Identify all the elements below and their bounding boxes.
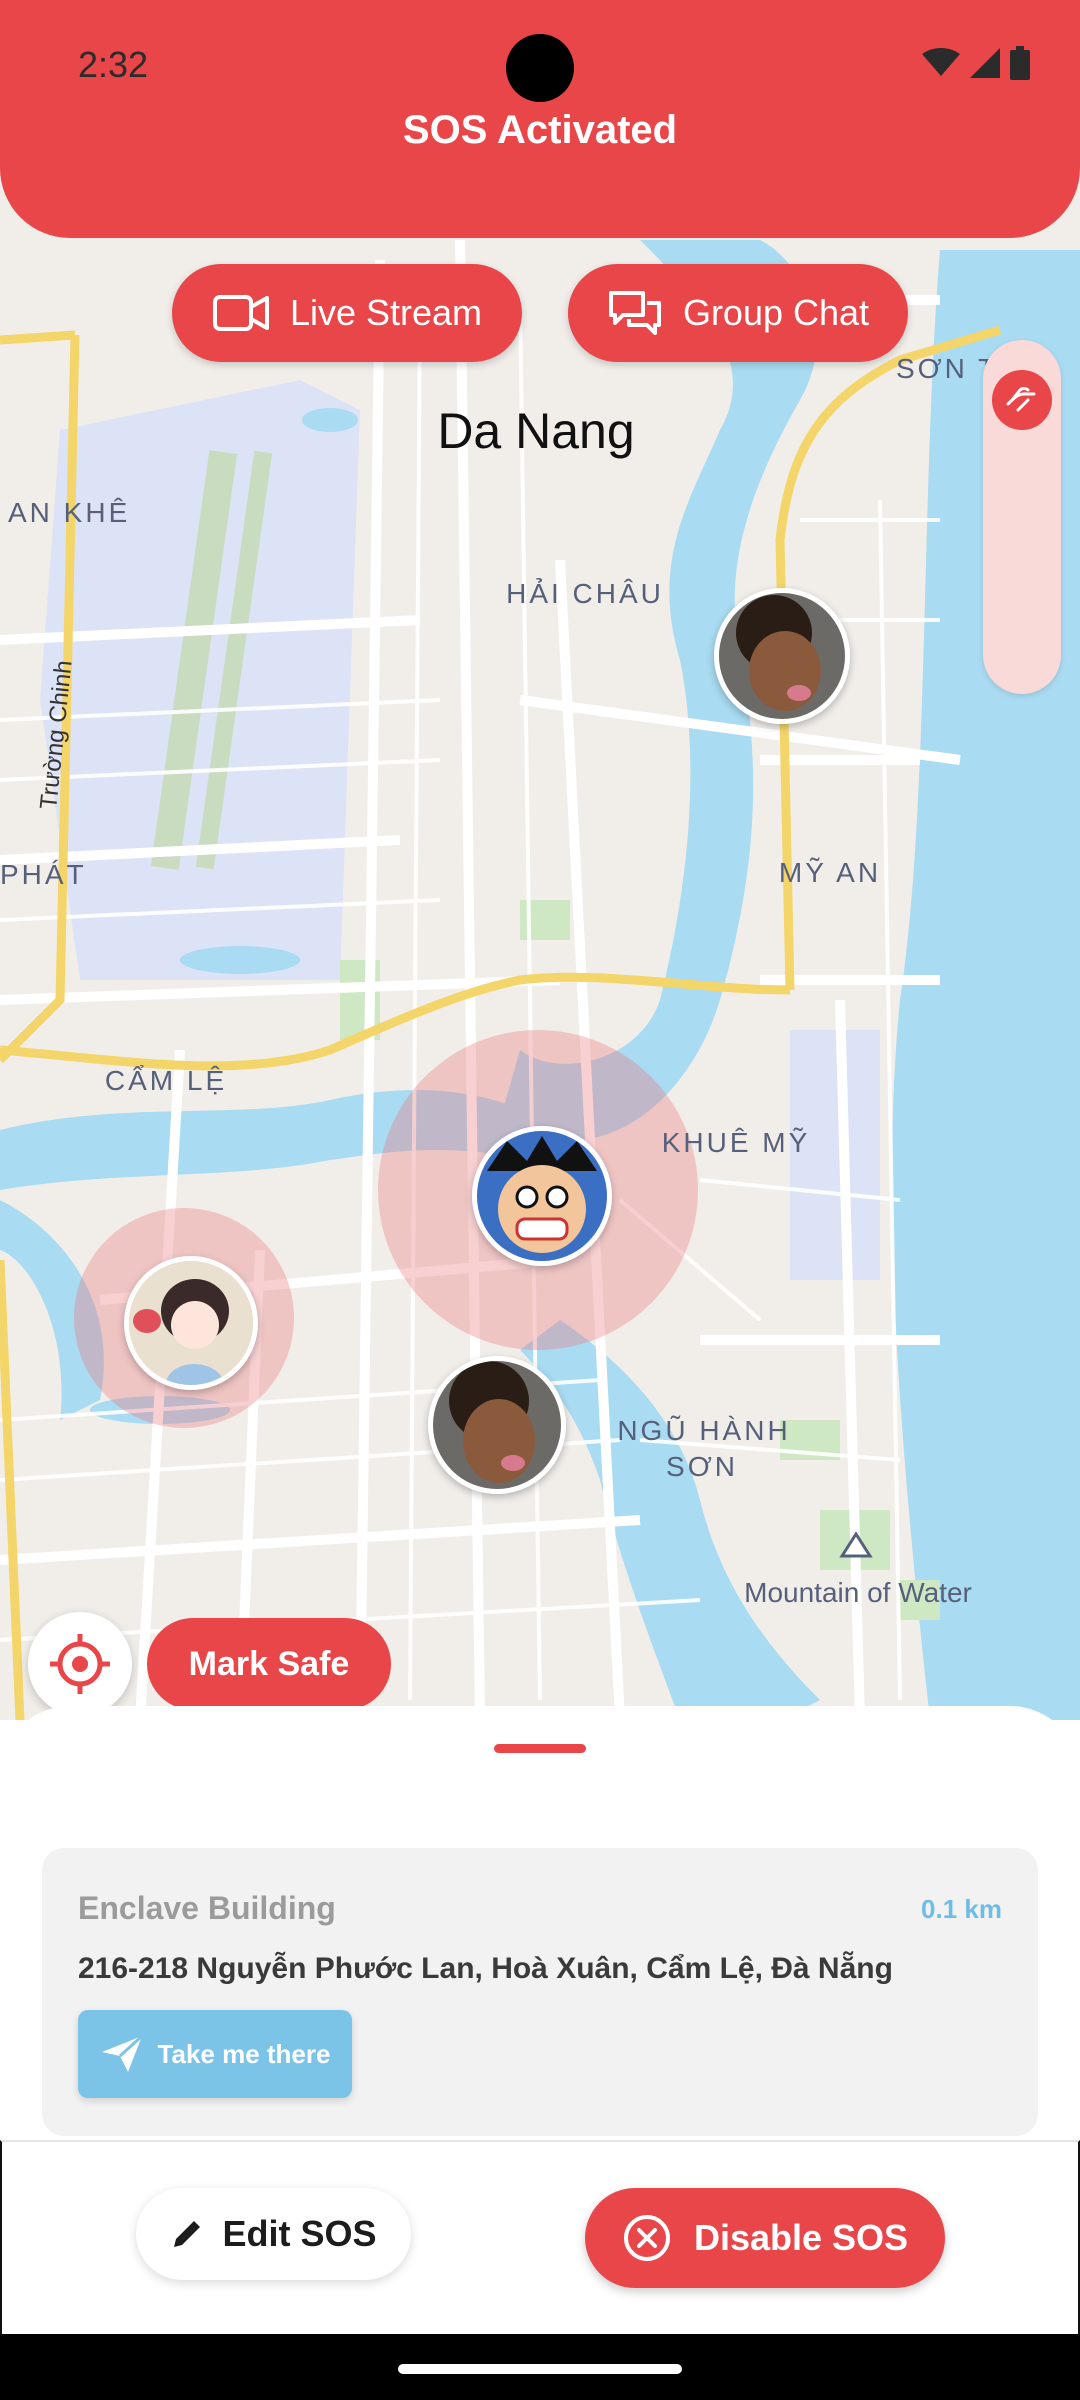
anime-girl-portrait-icon <box>129 1261 253 1385</box>
group-chat-button[interactable]: Group Chat <box>568 264 908 362</box>
battery-icon <box>1010 46 1030 80</box>
status-bar-icons <box>922 46 1030 80</box>
sos-header: 2:32 SOS Activated <box>0 0 1080 238</box>
edit-sos-label: Edit SOS <box>222 2213 377 2254</box>
map-label-hai-chau: HẢI CHÂU <box>506 577 664 609</box>
member-avatar-anime-girl[interactable] <box>124 1256 258 1390</box>
member-avatar-girl-2[interactable] <box>428 1356 566 1494</box>
map-label-son: SƠN <box>666 1451 738 1482</box>
map-label-an-khe: AN KHÊ <box>8 497 130 528</box>
map-label-phat: PHÁT <box>0 859 87 890</box>
map-label-my-an: MỸ AN <box>779 857 881 888</box>
member-avatar-girl-1[interactable] <box>714 588 850 724</box>
destination-distance: 0.1 km <box>921 1894 1002 1924</box>
hand-icon <box>1006 387 1036 412</box>
disable-sos-label: Disable SOS <box>693 2217 909 2258</box>
status-bar-time: 2:32 <box>78 44 149 85</box>
home-gesture-handle[interactable] <box>398 2364 682 2374</box>
pencil-icon <box>174 2221 201 2247</box>
luffy-portrait-icon <box>477 1131 607 1261</box>
hand-gesture-button[interactable] <box>992 370 1052 430</box>
signal-icon <box>970 48 1000 78</box>
destination-card: Enclave Building 0.1 km 216-218 Nguyễn P… <box>42 1848 1038 2136</box>
mark-safe-button[interactable]: Mark Safe <box>147 1618 391 1710</box>
destination-address: 216-218 Nguyễn Phước Lan, Hoà Xuân, Cẩm … <box>78 1952 893 1985</box>
map-label-khue-my: KHUÊ MỸ <box>662 1127 811 1158</box>
page-title: SOS Activated <box>402 108 678 152</box>
destination-name: Enclave Building <box>78 1890 336 1926</box>
map-label-ngu-hanh: NGŨ HÀNH <box>617 1415 790 1446</box>
close-circle-icon <box>623 2215 670 2261</box>
wifi-icon <box>922 48 960 76</box>
girl-portrait-icon <box>433 1361 561 1489</box>
bottom-sheet-handle[interactable] <box>494 1744 586 1753</box>
edit-sos-button[interactable]: Edit SOS <box>136 2188 411 2280</box>
crosshair-icon <box>50 1634 110 1694</box>
group-chat-label: Group Chat <box>682 292 870 333</box>
take-me-there-button[interactable]: Take me there <box>78 2010 352 2098</box>
map-label-mountain-of-water: Mountain of Water <box>744 1577 972 1608</box>
map-label-cam-le: CẨM LỆ <box>105 1065 227 1096</box>
member-avatar-luffy[interactable] <box>472 1126 612 1266</box>
girl-portrait-icon <box>719 593 845 719</box>
front-camera <box>506 34 574 102</box>
my-location-button[interactable] <box>28 1612 132 1716</box>
map-label-city: Da Nang <box>437 403 634 459</box>
live-stream-button[interactable]: Live Stream <box>172 264 522 362</box>
take-me-there-label: Take me there <box>157 2038 331 2069</box>
live-stream-label: Live Stream <box>289 292 483 333</box>
paper-plane-icon <box>101 2034 143 2072</box>
disable-sos-button[interactable]: Disable SOS <box>585 2188 945 2288</box>
side-tool-panel[interactable] <box>983 340 1061 694</box>
chat-bubbles-icon <box>608 291 661 335</box>
video-camera-icon <box>212 295 269 331</box>
